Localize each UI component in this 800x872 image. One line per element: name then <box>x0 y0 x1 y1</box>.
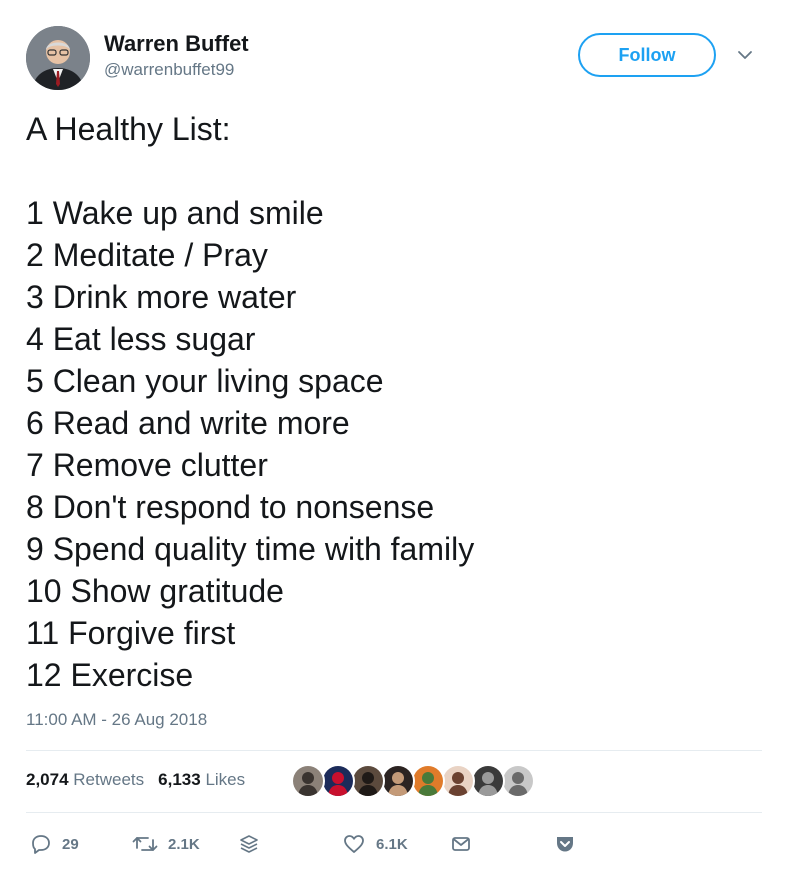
more-options-button[interactable] <box>736 48 754 62</box>
follow-button[interactable]: Follow <box>578 33 716 77</box>
like-count: 6.1K <box>376 835 408 853</box>
retweet-button[interactable]: 2.1K <box>132 826 200 862</box>
tweet-card: Warren Buffet @warrenbuffet99 Follow A H… <box>0 0 800 872</box>
liker-avatar[interactable] <box>291 764 325 798</box>
liker-avatar[interactable] <box>501 764 535 798</box>
list-item: 4 Eat less sugar <box>26 321 256 357</box>
likes-count: 6,133 <box>158 770 201 789</box>
retweets-stat[interactable]: 2,074 Retweets <box>26 770 144 790</box>
man-in-suit-photo-icon <box>353 766 383 796</box>
bearded-man-photo-icon <box>293 766 323 796</box>
tweet-text: A Healthy List: 1 Wake up and smile 2 Me… <box>26 108 474 696</box>
liker-avatar[interactable] <box>321 764 355 798</box>
pocket-icon <box>557 837 573 852</box>
envelope-icon <box>452 837 470 851</box>
tweet-intro: A Healthy List: <box>26 111 231 147</box>
share-layers-button[interactable] <box>238 826 260 862</box>
divider <box>26 812 762 813</box>
team-logo-icon <box>323 766 353 796</box>
woman-photo-icon <box>383 766 413 796</box>
list-item: 6 Read and write more <box>26 405 350 441</box>
list-item: 3 Drink more water <box>26 279 297 315</box>
retweet-icon <box>132 837 158 851</box>
list-item: 10 Show gratitude <box>26 573 284 609</box>
list-item: 8 Don't respond to nonsense <box>26 489 435 525</box>
likes-stat[interactable]: 6,133 Likes <box>158 770 245 790</box>
author-handle[interactable]: @warrenbuffet99 <box>104 60 234 80</box>
list-item: 5 Clean your living space <box>26 363 384 399</box>
woman-photo-icon <box>443 766 473 796</box>
author-avatar[interactable] <box>26 26 90 90</box>
divider <box>26 750 762 751</box>
chevron-down-icon <box>738 51 752 59</box>
list-item: 12 Exercise <box>26 657 194 693</box>
retweets-label: Retweets <box>73 770 145 789</box>
retweet-count: 2.1K <box>168 835 200 853</box>
likers-avatars <box>291 764 535 798</box>
liker-avatar[interactable] <box>441 764 475 798</box>
liker-avatar[interactable] <box>351 764 385 798</box>
retweets-count: 2,074 <box>26 770 69 789</box>
liker-avatar[interactable] <box>411 764 445 798</box>
list-item: 2 Meditate / Pray <box>26 237 268 273</box>
reply-count: 29 <box>62 835 79 853</box>
like-button[interactable]: 6.1K <box>342 826 408 862</box>
liker-avatar[interactable] <box>471 764 505 798</box>
tweet-actions: 29 2.1K 6.1K <box>0 826 800 862</box>
direct-message-button[interactable] <box>450 826 472 862</box>
pocket-save-button[interactable] <box>554 826 576 862</box>
likes-label: Likes <box>205 770 246 789</box>
list-item: 9 Spend quality time with family <box>26 531 475 567</box>
tweet-timestamp[interactable]: 11:00 AM - 26 Aug 2018 <box>26 710 207 730</box>
dark-portrait-icon <box>473 766 503 796</box>
reply-icon <box>32 835 50 854</box>
layers-icon <box>240 835 258 853</box>
engagement-stats: 2,074 Retweets 6,133 Likes <box>26 770 245 790</box>
person-in-suit-icon <box>26 26 90 90</box>
heart-icon <box>344 835 364 853</box>
reply-button[interactable]: 29 <box>30 826 79 862</box>
list-item: 11 Forgive first <box>26 615 236 651</box>
author-name[interactable]: Warren Buffet <box>104 31 249 57</box>
list-item: 1 Wake up and smile <box>26 195 324 231</box>
gray-portrait-icon <box>503 766 533 796</box>
list-item: 7 Remove clutter <box>26 447 268 483</box>
liker-avatar[interactable] <box>381 764 415 798</box>
group-photo-icon <box>413 766 443 796</box>
